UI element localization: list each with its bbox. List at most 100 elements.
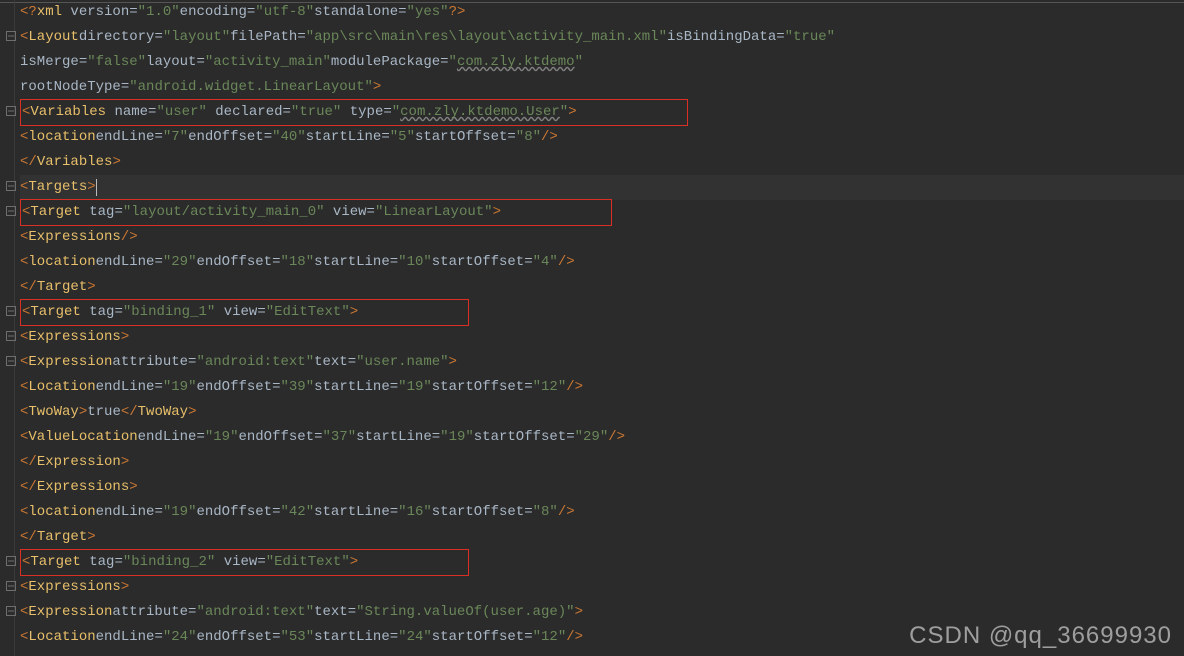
- attr-name: endLine: [96, 500, 155, 525]
- attr-name: endLine: [96, 625, 155, 650]
- xml-tag: Target: [37, 525, 87, 550]
- attr-value: 1.0: [146, 4, 171, 20]
- xml-tag: TwoWay: [138, 400, 188, 425]
- attr-value: EditText: [274, 304, 341, 320]
- xml-tag: Targets: [28, 175, 87, 200]
- attr-value: user: [165, 104, 199, 120]
- xml-tag: ValueLocation: [28, 425, 137, 450]
- code-line[interactable]: <location endLine="19" endOffset="42" st…: [20, 500, 1184, 525]
- attr-value: 29: [583, 429, 600, 445]
- fold-icon[interactable]: [6, 556, 16, 566]
- code-line[interactable]: </Target>: [20, 275, 1184, 300]
- code-line[interactable]: <ValueLocation endLine="19" endOffset="3…: [20, 425, 1184, 450]
- code-line[interactable]: <TwoWay>true</TwoWay>: [20, 400, 1184, 425]
- attr-value: 8: [524, 129, 532, 145]
- attr-name: tag: [89, 304, 114, 320]
- code-line[interactable]: rootNodeType="android.widget.LinearLayou…: [20, 75, 1184, 100]
- attr-value: utf-8: [264, 4, 306, 20]
- xml-tag: Variables: [30, 104, 106, 120]
- attr-name: startLine: [314, 250, 390, 275]
- fold-icon[interactable]: [6, 606, 16, 616]
- fold-icon[interactable]: [6, 306, 16, 316]
- attr-value: 29: [171, 254, 188, 270]
- attr-name: endOffset: [196, 250, 272, 275]
- xml-tag: location: [28, 500, 95, 525]
- code-line[interactable]: <Variables name="user" declared="true" t…: [20, 100, 1184, 125]
- xml-tag: Target: [30, 304, 80, 320]
- code-line[interactable]: isMerge="false" layout="activity_main" m…: [20, 50, 1184, 75]
- attr-value: 18: [289, 254, 306, 270]
- fold-icon[interactable]: [6, 206, 16, 216]
- attr-name: declared: [215, 104, 282, 120]
- code-line[interactable]: </Expression>: [20, 450, 1184, 475]
- xml-tag: Expressions: [28, 325, 120, 350]
- xml-tag: Expression: [28, 600, 112, 625]
- fold-icon[interactable]: [6, 181, 16, 191]
- attr-name: endLine: [96, 125, 155, 150]
- xml-tag: Location: [28, 375, 95, 400]
- code-line[interactable]: <?xml version="1.0" encoding="utf-8" sta…: [20, 0, 1184, 25]
- code-line[interactable]: <location endLine="7" endOffset="40" sta…: [20, 125, 1184, 150]
- attr-value: android.widget.LinearLayout: [138, 79, 365, 95]
- code-line[interactable]: <location endLine="29" endOffset="18" st…: [20, 250, 1184, 275]
- attr-value: 19: [407, 379, 424, 395]
- attr-name: modulePackage: [331, 50, 440, 75]
- attr-value: activity_main: [213, 54, 322, 70]
- attr-value: 37: [331, 429, 348, 445]
- attr-name: view: [333, 204, 367, 220]
- fold-icon[interactable]: [6, 31, 16, 41]
- attr-value: 40: [281, 129, 298, 145]
- attr-name: view: [224, 554, 258, 570]
- code-line[interactable]: </Target>: [20, 525, 1184, 550]
- xml-tag: Expression: [28, 350, 112, 375]
- code-line[interactable]: <Expressions />: [20, 225, 1184, 250]
- attr-name: endOffset: [238, 425, 314, 450]
- code-line[interactable]: <Expressions>: [20, 575, 1184, 600]
- attr-name: startLine: [306, 125, 382, 150]
- code-line[interactable]: <Layout directory="layout" filePath="app…: [20, 25, 1184, 50]
- code-line[interactable]: <Expression attribute="android:text" tex…: [20, 600, 1184, 625]
- attr-name: isMerge: [20, 50, 79, 75]
- attr-value: 4: [541, 254, 549, 270]
- attr-value: 16: [407, 504, 424, 520]
- attr-name: startLine: [356, 425, 432, 450]
- attr-value: android:text: [205, 604, 306, 620]
- attr-value: binding_2: [131, 554, 207, 570]
- fold-icon[interactable]: [6, 356, 16, 366]
- attr-value: 5: [398, 129, 406, 145]
- attr-value: true: [299, 104, 333, 120]
- code-line[interactable]: <Location endLine="19" endOffset="39" st…: [20, 375, 1184, 400]
- code-line[interactable]: <Expressions>: [20, 325, 1184, 350]
- attr-name: startOffset: [432, 375, 524, 400]
- attr-name: endOffset: [196, 375, 272, 400]
- attr-name: directory: [79, 25, 155, 50]
- code-line[interactable]: </Expressions>: [20, 475, 1184, 500]
- xml-tag: Expressions: [37, 475, 129, 500]
- attr-value: layout: [171, 29, 221, 45]
- fold-icon[interactable]: [6, 581, 16, 591]
- code-line[interactable]: </Variables>: [20, 150, 1184, 175]
- attr-name: endOffset: [196, 625, 272, 650]
- attr-value: com.zly.ktdemo.User: [400, 104, 560, 120]
- attr-name: endLine: [96, 250, 155, 275]
- fold-icon[interactable]: [6, 106, 16, 116]
- code-line[interactable]: <Targets>: [20, 175, 1184, 200]
- xml-tag: Variables: [37, 150, 113, 175]
- attr-name: attribute: [112, 350, 188, 375]
- attr-name: startLine: [314, 500, 390, 525]
- code-line[interactable]: <Target tag="layout/activity_main_0" vie…: [20, 200, 1184, 225]
- attr-value: layout/activity_main_0: [131, 204, 316, 220]
- xml-tag: Expressions: [28, 225, 120, 250]
- xml-tag: TwoWay: [28, 400, 78, 425]
- attr-value: 12: [541, 629, 558, 645]
- fold-icon[interactable]: [6, 331, 16, 341]
- xml-tag: Expressions: [28, 575, 120, 600]
- code-line[interactable]: <Target tag="binding_1" view="EditText">: [20, 300, 1184, 325]
- xml-tag: Target: [30, 554, 80, 570]
- attr-value: 7: [171, 129, 179, 145]
- code-line[interactable]: <Location endLine="24" endOffset="53" st…: [20, 625, 1184, 650]
- code-line[interactable]: <Expression attribute="android:text" tex…: [20, 350, 1184, 375]
- code-line[interactable]: <Target tag="binding_2" view="EditText">: [20, 550, 1184, 575]
- code-editor[interactable]: <?xml version="1.0" encoding="utf-8" sta…: [0, 0, 1184, 650]
- attr-name: tag: [89, 204, 114, 220]
